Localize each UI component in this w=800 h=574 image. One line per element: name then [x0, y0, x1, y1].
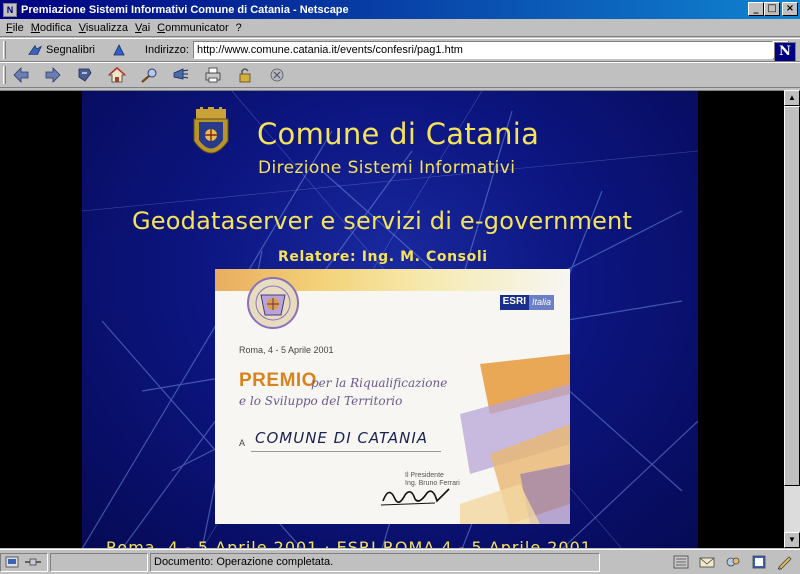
slide-title: Comune di Catania [257, 117, 540, 151]
certificate-to-label: A [239, 438, 246, 448]
scroll-up-button[interactable]: ▲ [784, 90, 800, 106]
esri-brand-sub: Italia [528, 295, 554, 310]
composer-icon[interactable] [776, 554, 794, 570]
status-bar: Documento: Operazione completata. [0, 549, 800, 574]
reload-button[interactable] [73, 64, 97, 86]
security-icon [239, 68, 251, 83]
menu-help[interactable]: ? [234, 22, 247, 34]
vertical-scrollbar[interactable]: ▲ ▼ [784, 90, 800, 548]
home-button[interactable] [105, 64, 129, 86]
menu-modifica[interactable]: Modifica [29, 22, 77, 34]
page-content: Comune di Catania Direzione Sistemi Info… [0, 90, 784, 548]
address-label: Indirizzo: [144, 44, 189, 56]
guide-button[interactable] [169, 64, 193, 86]
back-button[interactable] [9, 64, 33, 86]
window-controls: _ □ × [748, 2, 798, 16]
scroll-thumb[interactable] [784, 106, 800, 486]
network-status-icon [5, 556, 19, 568]
menu-visualizza[interactable]: Visualizza [77, 22, 133, 34]
certificate-recipient: COMUNE DI CATANIA [255, 429, 429, 447]
bookmarks-label: Segnalibri [46, 44, 95, 56]
status-network-cell [0, 552, 48, 572]
navigator-icon[interactable] [672, 554, 690, 570]
close-button[interactable]: × [782, 2, 798, 16]
award-certificate-image: ESRI Italia Roma, 4 - 5 Aprile 2001 PREM… [215, 269, 570, 524]
back-icon [13, 67, 29, 83]
print-button[interactable] [201, 64, 225, 86]
minimize-button[interactable]: _ [748, 2, 764, 16]
forward-button[interactable] [41, 64, 65, 86]
recipient-underline [251, 451, 441, 452]
certificate-date: Roma, 4 - 5 Aprile 2001 [239, 345, 334, 355]
certificate-award-title: PREMIO [239, 370, 317, 391]
print-icon [205, 67, 221, 83]
mail-icon[interactable] [698, 554, 716, 570]
maximize-button[interactable]: □ [764, 2, 780, 16]
scroll-down-button[interactable]: ▼ [784, 532, 800, 548]
navigation-toolbar [0, 62, 800, 88]
component-bar [672, 554, 794, 570]
esri-brand-text: ESRI [499, 295, 529, 310]
guide-icon [173, 68, 189, 80]
newsgroups-icon[interactable] [724, 554, 742, 570]
esri-italia-logo: ESRI Italia [499, 295, 554, 310]
location-toolbar: Segnalibri Indirizzo: http://www.comune.… [0, 38, 800, 62]
browser-window: N Premiazione Sistemi Informativi Comune… [0, 0, 800, 574]
slide-heading: Geodataserver e servizi di e-government [132, 207, 633, 235]
bookmarks-button[interactable]: Segnalibri [23, 40, 99, 60]
signature-image [380, 488, 450, 506]
certificate-award-line2: e lo Sviluppo del Territorio [239, 394, 403, 408]
certificate-award-line1: per la Riqualificazione [311, 376, 448, 390]
home-icon [107, 66, 127, 83]
connection-plug-icon [25, 558, 41, 566]
address-book-icon[interactable] [750, 554, 768, 570]
status-message: Documento: Operazione completata. [150, 552, 600, 572]
certificate-decorative-shapes [460, 354, 570, 524]
stop-button[interactable] [265, 64, 289, 86]
catania-coat-of-arms-logo [193, 107, 229, 154]
search-icon [141, 68, 157, 83]
address-input[interactable]: http://www.comune.catania.it/events/conf… [192, 41, 773, 59]
title-bar[interactable]: N Premiazione Sistemi Informativi Comune… [0, 0, 800, 19]
slide-subtitle: Direzione Sistemi Informativi [258, 158, 516, 178]
status-progress-cell [50, 552, 148, 572]
window-title: Premiazione Sistemi Informativi Comune d… [21, 3, 349, 16]
slide-speaker: Relatore: Ing. M. Consoli [278, 249, 488, 265]
page-proxy-icon[interactable] [111, 42, 127, 58]
menu-file[interactable]: File [4, 22, 29, 34]
security-button[interactable] [233, 64, 257, 86]
slide-footer: Roma, 4 - 5 Aprile 2001 · ESRI ROMA 4 - … [106, 538, 592, 548]
forward-icon [45, 67, 61, 83]
search-button[interactable] [137, 64, 161, 86]
bookmarks-icon [28, 44, 43, 55]
menu-communicator[interactable]: Communicator [155, 22, 234, 34]
netscape-app-icon[interactable]: N [3, 2, 17, 17]
netscape-throbber-logo[interactable]: N [774, 42, 796, 62]
menu-bar: File Modifica Visualizza Vai Communicato… [0, 19, 800, 37]
reload-icon [78, 68, 92, 82]
menu-vai[interactable]: Vai [133, 22, 155, 34]
presentation-slide: Comune di Catania Direzione Sistemi Info… [82, 91, 698, 548]
stop-icon [270, 68, 284, 82]
toolbar-grip[interactable] [3, 66, 6, 84]
conference-seal-icon [247, 277, 299, 329]
toolbar-grip[interactable] [3, 41, 6, 59]
